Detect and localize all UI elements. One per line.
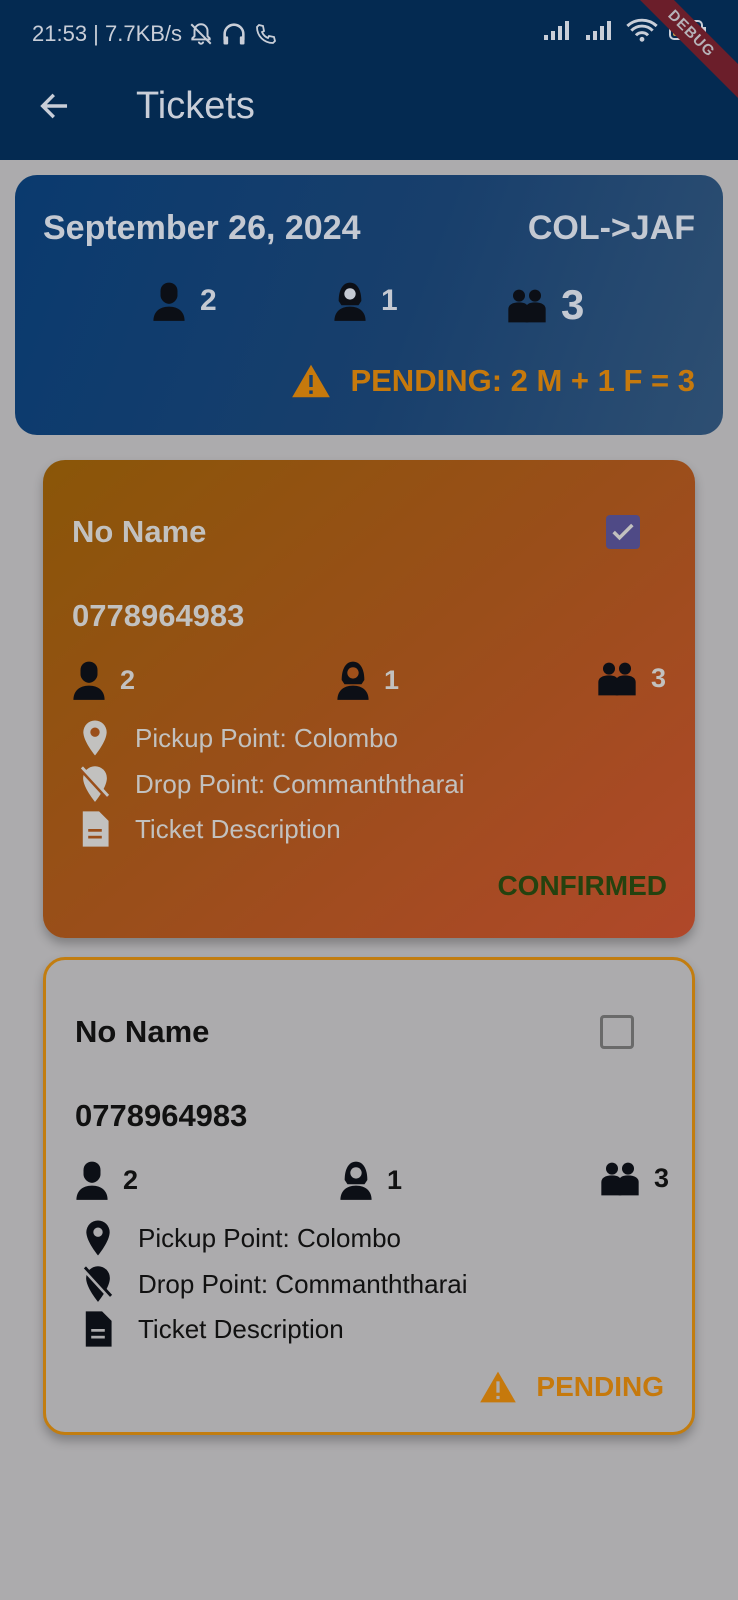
- total-count-value: 3: [561, 281, 585, 328]
- female-person-icon: [340, 1161, 372, 1200]
- total-count: 3: [507, 281, 584, 329]
- ticket-male-value: 2: [123, 1164, 139, 1195]
- ticket-description: Ticket Description: [77, 809, 341, 849]
- male-person-icon: [153, 282, 185, 321]
- ticket-card[interactable]: No Name 0778964983 2 1 3 Pickup Point: C…: [43, 957, 695, 1435]
- trip-summary-card: September 26, 2024 COL->JAF 2 1 3 PENDIN…: [15, 175, 723, 435]
- trip-route: COL->JAF: [527, 209, 695, 247]
- location-off-icon: [80, 766, 110, 802]
- ticket-pickup: Pickup Point: Colombo: [80, 1218, 401, 1258]
- ticket-male-count: 2: [75, 1160, 138, 1200]
- male-person-icon: [76, 1161, 108, 1200]
- group-icon: [601, 1162, 639, 1196]
- wifi-icon: [626, 18, 658, 42]
- ticket-male-count: 2: [72, 660, 135, 700]
- back-button[interactable]: [32, 84, 76, 128]
- ticket-card[interactable]: No Name 0778964983 2 1 3 Pickup Point: C…: [43, 460, 695, 938]
- ticket-female-count: 1: [336, 660, 399, 700]
- status-time-text: 21:53 | 7.7KB/s: [32, 21, 183, 46]
- female-person-icon: [337, 661, 369, 700]
- document-icon: [85, 1311, 112, 1347]
- check-icon: [612, 523, 634, 541]
- ticket-name: No Name: [72, 514, 207, 549]
- female-count: 1: [333, 281, 398, 321]
- app-bar: 21:53 | 7.7KB/s DEBUG Tickets: [0, 0, 738, 160]
- ticket-drop-text: Drop Point: Commanththarai: [135, 768, 465, 799]
- ticket-checkbox[interactable]: [606, 515, 640, 549]
- ticket-drop: Drop Point: Commanththarai: [77, 764, 464, 804]
- ticket-status-text: PENDING: [536, 1371, 664, 1402]
- ticket-checkbox[interactable]: [600, 1015, 634, 1049]
- ticket-female-value: 1: [384, 664, 400, 695]
- ticket-status: PENDING: [478, 1370, 664, 1404]
- pending-summary: PENDING: 2 M + 1 F = 3: [290, 363, 695, 399]
- ticket-male-value: 2: [120, 664, 136, 695]
- page-title: Tickets: [136, 85, 255, 127]
- phone-icon: [256, 24, 277, 44]
- signal-icon: [586, 21, 611, 40]
- ticket-description: Ticket Description: [80, 1309, 344, 1349]
- ticket-pickup-text: Pickup Point: Colombo: [135, 722, 399, 753]
- location-pin-icon: [86, 1220, 110, 1256]
- warning-icon: [292, 364, 331, 398]
- ticket-total-value: 3: [651, 662, 667, 693]
- trip-date: September 26, 2024: [43, 209, 361, 247]
- ticket-total-value: 3: [654, 1162, 670, 1193]
- arrow-back-icon: [40, 93, 68, 119]
- ticket-description-text: Ticket Description: [138, 1313, 344, 1344]
- group-icon: [508, 289, 546, 323]
- ticket-pickup-text: Pickup Point: Colombo: [138, 1222, 402, 1253]
- ticket-phone: 0778964983: [72, 598, 245, 633]
- ticket-drop: Drop Point: Commanththarai: [80, 1264, 467, 1304]
- headphones-icon: [223, 23, 245, 45]
- ticket-status: CONFIRMED: [497, 870, 667, 902]
- status-bar: 21:53 | 7.7KB/s: [0, 0, 738, 70]
- warning-icon: [480, 1371, 517, 1403]
- document-icon: [82, 811, 109, 847]
- bell-muted-icon: [190, 23, 212, 45]
- male-person-icon: [73, 661, 105, 700]
- location-pin-icon: [83, 720, 107, 756]
- location-off-icon: [83, 1266, 113, 1302]
- ticket-female-count: 1: [339, 1160, 402, 1200]
- ticket-name: No Name: [75, 1014, 210, 1049]
- group-icon: [598, 662, 636, 696]
- ticket-female-value: 1: [387, 1164, 403, 1195]
- male-count-value: 2: [200, 284, 217, 317]
- ticket-description-text: Ticket Description: [135, 813, 341, 844]
- female-count-value: 1: [381, 284, 398, 317]
- passenger-counts: 2 1 3: [15, 281, 723, 331]
- ticket-pickup: Pickup Point: Colombo: [77, 718, 398, 758]
- male-count: 2: [152, 281, 217, 321]
- ticket-total-count: 3: [600, 1160, 669, 1196]
- pending-summary-text: PENDING: 2 M + 1 F = 3: [350, 363, 695, 398]
- ticket-total-count: 3: [597, 660, 666, 696]
- female-person-icon: [334, 282, 366, 321]
- ticket-drop-text: Drop Point: Commanththarai: [138, 1268, 468, 1299]
- ticket-phone: 0778964983: [75, 1098, 248, 1133]
- ticket-status-text: CONFIRMED: [497, 870, 667, 901]
- status-time: 21:53 | 7.7KB/s: [32, 20, 278, 48]
- signal-icon: [544, 21, 569, 40]
